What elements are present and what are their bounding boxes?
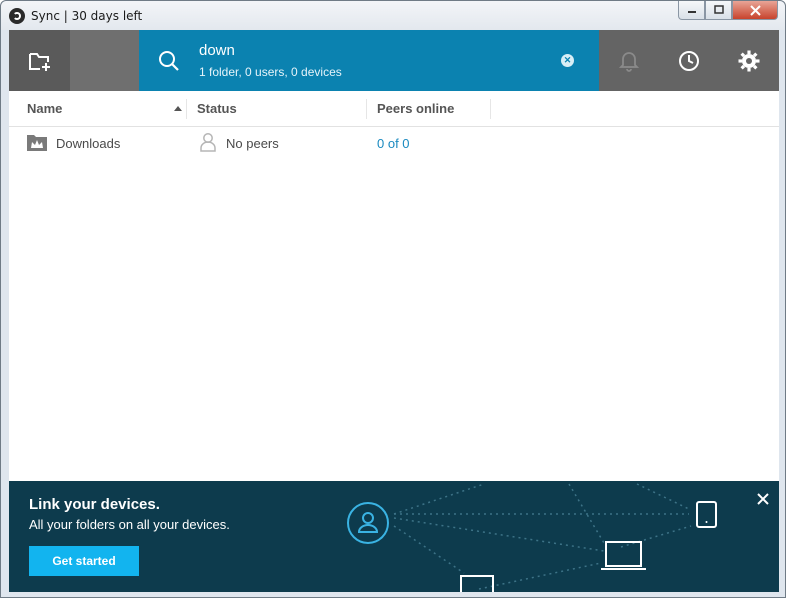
tablet-icon bbox=[696, 501, 717, 528]
client-area: down 1 folder, 0 users, 0 devices ✕ Name… bbox=[9, 30, 779, 592]
maximize-icon bbox=[713, 5, 724, 14]
column-divider[interactable] bbox=[186, 99, 187, 119]
close-icon bbox=[749, 4, 761, 16]
search-panel[interactable]: down 1 folder, 0 users, 0 devices ✕ bbox=[139, 30, 599, 91]
toolbar-spacer bbox=[70, 30, 139, 91]
window-controls bbox=[678, 1, 778, 21]
peers-online-link[interactable]: 0 of 0 bbox=[377, 136, 410, 151]
folder-icon bbox=[27, 135, 47, 151]
folder-name[interactable]: Downloads bbox=[56, 136, 120, 151]
minimize-icon bbox=[687, 11, 696, 13]
link-devices-banner: Link your devices. All your folders on a… bbox=[9, 481, 779, 592]
clear-icon: ✕ bbox=[563, 55, 572, 65]
search-icon bbox=[159, 51, 179, 71]
sort-ascending-icon bbox=[174, 106, 182, 111]
add-folder-icon bbox=[28, 52, 50, 71]
close-icon[interactable] bbox=[755, 491, 771, 507]
column-header-status[interactable]: Status bbox=[197, 101, 237, 116]
toolbar: down 1 folder, 0 users, 0 devices ✕ bbox=[9, 30, 779, 91]
gear-icon bbox=[738, 50, 760, 71]
get-started-button[interactable]: Get started bbox=[29, 546, 139, 576]
settings-button[interactable] bbox=[719, 30, 779, 91]
minimize-button[interactable] bbox=[678, 1, 705, 20]
title-bar[interactable]: Sync | 30 days left bbox=[1, 1, 785, 30]
column-header-peers[interactable]: Peers online bbox=[377, 101, 454, 116]
maximize-button[interactable] bbox=[705, 1, 732, 20]
column-divider[interactable] bbox=[366, 99, 367, 119]
search-summary: 1 folder, 0 users, 0 devices bbox=[199, 65, 342, 79]
column-header-name[interactable]: Name bbox=[27, 101, 62, 116]
laptop-icon bbox=[460, 575, 494, 592]
user-icon bbox=[200, 133, 216, 152]
app-window: Sync | 30 days left down 1 folder, 0 use… bbox=[0, 0, 786, 598]
notifications-button[interactable] bbox=[599, 30, 659, 91]
user-circle-icon bbox=[347, 502, 389, 544]
clock-icon bbox=[679, 50, 699, 71]
status-text: No peers bbox=[226, 136, 279, 151]
search-query[interactable]: down bbox=[199, 42, 235, 59]
bell-icon bbox=[619, 51, 639, 72]
laptop-icon bbox=[601, 541, 646, 570]
column-divider[interactable] bbox=[490, 99, 491, 119]
sync-app-icon bbox=[9, 8, 25, 24]
add-folder-button[interactable] bbox=[9, 30, 70, 91]
history-button[interactable] bbox=[659, 30, 719, 91]
banner-title: Link your devices. bbox=[29, 496, 160, 513]
table-row[interactable]: Downloads No peers 0 of 0 bbox=[9, 127, 779, 161]
clear-search-button[interactable]: ✕ bbox=[561, 54, 574, 67]
search-button[interactable] bbox=[157, 49, 181, 73]
window-title: Sync | 30 days left bbox=[31, 9, 143, 23]
close-button[interactable] bbox=[732, 1, 778, 20]
banner-subtitle: All your folders on all your devices. bbox=[29, 517, 230, 532]
table-header: Name Status Peers online bbox=[9, 91, 779, 127]
